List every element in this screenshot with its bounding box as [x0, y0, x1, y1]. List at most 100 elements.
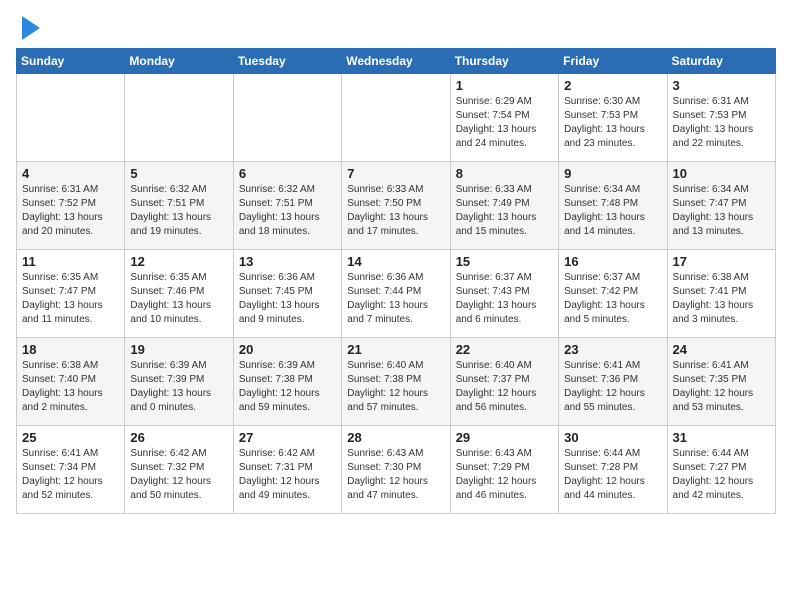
day-info: Sunrise: 6:40 AM Sunset: 7:38 PM Dayligh…	[347, 359, 444, 415]
calendar-cell: 23 Sunrise: 6:41 AM Sunset: 7:36 PM Dayli…	[559, 338, 667, 426]
calendar-table: SundayMondayTuesdayWednesdayThursdayFrid…	[16, 48, 776, 514]
calendar-cell: 27Sunrise: 6:42 AM Sunset: 7:31 PM Dayli…	[233, 426, 341, 514]
header-day-sunday: Sunday	[17, 49, 125, 74]
calendar-cell: 9 Sunrise: 6:34 AM Sunset: 7:48 PM Daylig…	[559, 162, 667, 250]
page-header	[16, 16, 776, 40]
day-info: Sunrise: 6:34 AM Sunset: 7:47 PM Dayligh…	[673, 183, 770, 239]
day-info: Sunrise: 6:30 AM Sunset: 7:53 PM Dayligh…	[564, 95, 661, 151]
day-number: 29	[456, 430, 553, 445]
calendar-cell: 16 Sunrise: 6:37 AM Sunset: 7:42 PM Dayli…	[559, 250, 667, 338]
week-row-3: 18 Sunrise: 6:38 AM Sunset: 7:40 PM Dayli…	[17, 338, 776, 426]
day-number: 30	[564, 430, 661, 445]
day-number: 10	[673, 166, 770, 181]
day-info: Sunrise: 6:43 AM Sunset: 7:30 PM Dayligh…	[347, 447, 444, 503]
day-number: 14	[347, 254, 444, 269]
day-info: Sunrise: 6:29 AM Sunset: 7:54 PM Dayligh…	[456, 95, 553, 151]
calendar-body: 1 Sunrise: 6:29 AM Sunset: 7:54 PM Daylig…	[17, 74, 776, 514]
day-info: Sunrise: 6:36 AM Sunset: 7:45 PM Dayligh…	[239, 271, 336, 327]
calendar-cell: 30 Sunrise: 6:44 AM Sunset: 7:28 PM Dayli…	[559, 426, 667, 514]
day-number: 16	[564, 254, 661, 269]
calendar-cell: 18 Sunrise: 6:38 AM Sunset: 7:40 PM Dayli…	[17, 338, 125, 426]
day-number: 21	[347, 342, 444, 357]
day-info: Sunrise: 6:41 AM Sunset: 7:34 PM Dayligh…	[22, 447, 119, 503]
day-number: 20	[239, 342, 336, 357]
day-info: Sunrise: 6:35 AM Sunset: 7:46 PM Dayligh…	[130, 271, 227, 327]
day-info: Sunrise: 6:37 AM Sunset: 7:43 PM Dayligh…	[456, 271, 553, 327]
day-number: 17	[673, 254, 770, 269]
week-row-4: 25 Sunrise: 6:41 AM Sunset: 7:34 PM Dayli…	[17, 426, 776, 514]
calendar-cell: 28Sunrise: 6:43 AM Sunset: 7:30 PM Dayli…	[342, 426, 450, 514]
calendar-cell	[233, 74, 341, 162]
week-row-0: 1 Sunrise: 6:29 AM Sunset: 7:54 PM Daylig…	[17, 74, 776, 162]
day-info: Sunrise: 6:33 AM Sunset: 7:50 PM Dayligh…	[347, 183, 444, 239]
day-info: Sunrise: 6:31 AM Sunset: 7:52 PM Dayligh…	[22, 183, 119, 239]
day-number: 5	[130, 166, 227, 181]
day-info: Sunrise: 6:38 AM Sunset: 7:40 PM Dayligh…	[22, 359, 119, 415]
day-number: 24	[673, 342, 770, 357]
day-info: Sunrise: 6:36 AM Sunset: 7:44 PM Dayligh…	[347, 271, 444, 327]
calendar-cell: 17Sunrise: 6:38 AM Sunset: 7:41 PM Dayli…	[667, 250, 775, 338]
day-number: 12	[130, 254, 227, 269]
header-row: SundayMondayTuesdayWednesdayThursdayFrid…	[17, 49, 776, 74]
week-row-1: 4 Sunrise: 6:31 AM Sunset: 7:52 PM Daylig…	[17, 162, 776, 250]
day-number: 13	[239, 254, 336, 269]
header-day-thursday: Thursday	[450, 49, 558, 74]
header-day-monday: Monday	[125, 49, 233, 74]
calendar-cell: 7 Sunrise: 6:33 AM Sunset: 7:50 PM Daylig…	[342, 162, 450, 250]
calendar-cell: 29 Sunrise: 6:43 AM Sunset: 7:29 PM Dayli…	[450, 426, 558, 514]
day-info: Sunrise: 6:42 AM Sunset: 7:31 PM Dayligh…	[239, 447, 336, 503]
day-number: 2	[564, 78, 661, 93]
calendar-cell: 8Sunrise: 6:33 AM Sunset: 7:49 PM Daylig…	[450, 162, 558, 250]
calendar-cell: 6 Sunrise: 6:32 AM Sunset: 7:51 PM Daylig…	[233, 162, 341, 250]
calendar-cell: 3Sunrise: 6:31 AM Sunset: 7:53 PM Daylig…	[667, 74, 775, 162]
day-info: Sunrise: 6:41 AM Sunset: 7:36 PM Dayligh…	[564, 359, 661, 415]
day-number: 25	[22, 430, 119, 445]
calendar-cell: 10 Sunrise: 6:34 AM Sunset: 7:47 PM Dayli…	[667, 162, 775, 250]
calendar-cell: 4 Sunrise: 6:31 AM Sunset: 7:52 PM Daylig…	[17, 162, 125, 250]
day-info: Sunrise: 6:37 AM Sunset: 7:42 PM Dayligh…	[564, 271, 661, 327]
calendar-cell: 31 Sunrise: 6:44 AM Sunset: 7:27 PM Dayli…	[667, 426, 775, 514]
day-info: Sunrise: 6:34 AM Sunset: 7:48 PM Dayligh…	[564, 183, 661, 239]
day-info: Sunrise: 6:35 AM Sunset: 7:47 PM Dayligh…	[22, 271, 119, 327]
calendar-cell: 2 Sunrise: 6:30 AM Sunset: 7:53 PM Daylig…	[559, 74, 667, 162]
calendar-cell: 20Sunrise: 6:39 AM Sunset: 7:38 PM Dayli…	[233, 338, 341, 426]
day-number: 6	[239, 166, 336, 181]
day-info: Sunrise: 6:42 AM Sunset: 7:32 PM Dayligh…	[130, 447, 227, 503]
day-number: 1	[456, 78, 553, 93]
day-number: 18	[22, 342, 119, 357]
day-info: Sunrise: 6:32 AM Sunset: 7:51 PM Dayligh…	[130, 183, 227, 239]
day-number: 8	[456, 166, 553, 181]
calendar-cell: 12 Sunrise: 6:35 AM Sunset: 7:46 PM Dayli…	[125, 250, 233, 338]
calendar-cell	[342, 74, 450, 162]
day-info: Sunrise: 6:43 AM Sunset: 7:29 PM Dayligh…	[456, 447, 553, 503]
calendar-cell: 25 Sunrise: 6:41 AM Sunset: 7:34 PM Dayli…	[17, 426, 125, 514]
calendar-cell: 1 Sunrise: 6:29 AM Sunset: 7:54 PM Daylig…	[450, 74, 558, 162]
day-number: 31	[673, 430, 770, 445]
calendar-cell: 11Sunrise: 6:35 AM Sunset: 7:47 PM Dayli…	[17, 250, 125, 338]
calendar-cell: 15 Sunrise: 6:37 AM Sunset: 7:43 PM Dayli…	[450, 250, 558, 338]
day-info: Sunrise: 6:32 AM Sunset: 7:51 PM Dayligh…	[239, 183, 336, 239]
week-row-2: 11Sunrise: 6:35 AM Sunset: 7:47 PM Dayli…	[17, 250, 776, 338]
day-info: Sunrise: 6:40 AM Sunset: 7:37 PM Dayligh…	[456, 359, 553, 415]
day-number: 15	[456, 254, 553, 269]
logo	[16, 16, 40, 40]
calendar-cell: 21 Sunrise: 6:40 AM Sunset: 7:38 PM Dayli…	[342, 338, 450, 426]
calendar-cell: 19 Sunrise: 6:39 AM Sunset: 7:39 PM Dayli…	[125, 338, 233, 426]
day-number: 22	[456, 342, 553, 357]
header-day-saturday: Saturday	[667, 49, 775, 74]
day-info: Sunrise: 6:39 AM Sunset: 7:39 PM Dayligh…	[130, 359, 227, 415]
calendar-cell	[17, 74, 125, 162]
day-number: 9	[564, 166, 661, 181]
calendar-cell: 26Sunrise: 6:42 AM Sunset: 7:32 PM Dayli…	[125, 426, 233, 514]
day-number: 19	[130, 342, 227, 357]
header-day-wednesday: Wednesday	[342, 49, 450, 74]
day-number: 23	[564, 342, 661, 357]
calendar-cell	[125, 74, 233, 162]
calendar-cell: 22 Sunrise: 6:40 AM Sunset: 7:37 PM Dayli…	[450, 338, 558, 426]
day-number: 4	[22, 166, 119, 181]
day-info: Sunrise: 6:44 AM Sunset: 7:27 PM Dayligh…	[673, 447, 770, 503]
day-info: Sunrise: 6:44 AM Sunset: 7:28 PM Dayligh…	[564, 447, 661, 503]
calendar-header: SundayMondayTuesdayWednesdayThursdayFrid…	[17, 49, 776, 74]
logo-arrow-icon	[22, 16, 40, 40]
day-number: 7	[347, 166, 444, 181]
